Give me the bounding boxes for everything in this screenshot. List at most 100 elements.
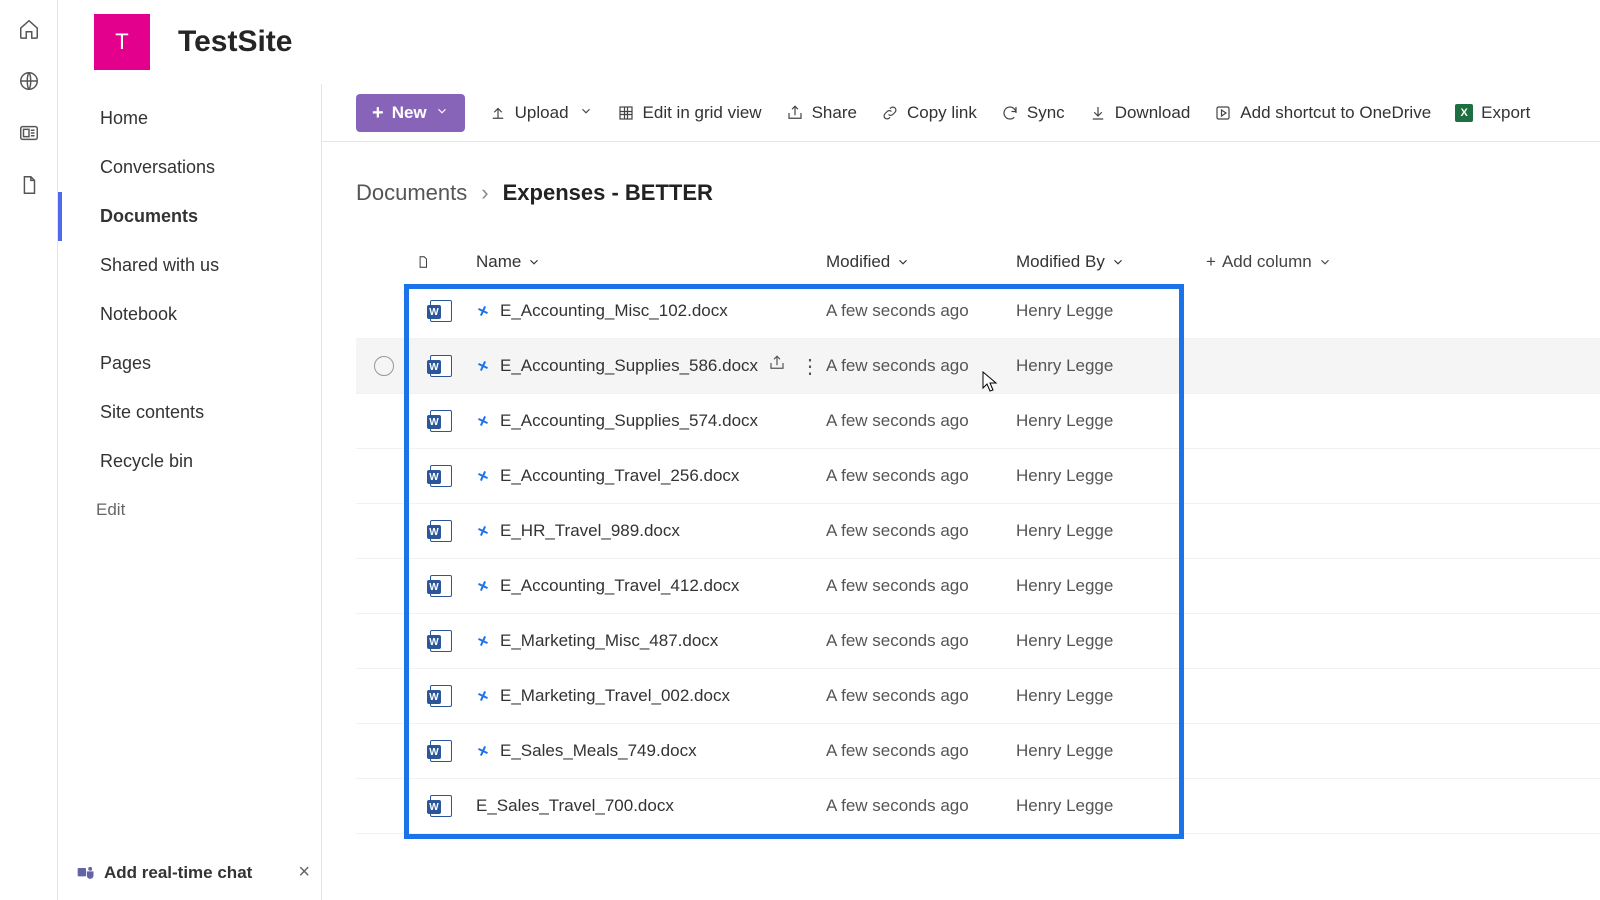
sync-label: Sync: [1027, 103, 1065, 123]
plus-icon: +: [1206, 252, 1216, 272]
table-row[interactable]: E_Accounting_Travel_256.docx A few second…: [356, 449, 1600, 504]
copy-link-button[interactable]: Copy link: [881, 103, 977, 123]
upload-button[interactable]: Upload: [489, 103, 593, 123]
modified-cell: A few seconds ago: [826, 301, 1016, 321]
modified-by-cell[interactable]: Henry Legge: [1016, 521, 1206, 541]
sync-button[interactable]: Sync: [1001, 103, 1065, 123]
modified-by-cell[interactable]: Henry Legge: [1016, 411, 1206, 431]
word-icon: [430, 575, 452, 597]
table-row[interactable]: E_Sales_Meals_749.docxA few seconds agoH…: [356, 724, 1600, 779]
chevron-down-icon: [435, 103, 449, 123]
modified-by-cell[interactable]: Henry Legge: [1016, 796, 1206, 816]
sidebar-item-notebook[interactable]: Notebook: [58, 290, 321, 339]
new-item-indicator-icon: [476, 469, 490, 483]
column-header-modifiedby[interactable]: Modified By: [1016, 252, 1206, 272]
sidebar-item-site-contents[interactable]: Site contents: [58, 388, 321, 437]
word-icon: [430, 300, 452, 322]
chat-promo[interactable]: Add real-time chat ×: [70, 853, 316, 892]
table-row[interactable]: E_Sales_Travel_700.docxA few seconds ago…: [356, 779, 1600, 834]
mouse-cursor-icon: [982, 371, 998, 393]
chat-promo-label: Add real-time chat: [104, 863, 252, 883]
word-icon: [430, 630, 452, 652]
modified-cell: A few seconds ago: [826, 576, 1016, 596]
column-header-icon[interactable]: [416, 255, 476, 269]
command-bar: + New Upload Edit in grid view Share Cop…: [322, 84, 1600, 142]
share-label: Share: [812, 103, 857, 123]
modified-cell: A few seconds ago: [826, 521, 1016, 541]
modified-cell: A few seconds ago: [826, 466, 1016, 486]
new-button[interactable]: + New: [356, 94, 465, 132]
globe-icon[interactable]: [18, 70, 40, 92]
home-icon[interactable]: [18, 18, 40, 40]
modified-by-cell[interactable]: Henry Legge: [1016, 576, 1206, 596]
file-name[interactable]: E_Accounting_Travel_256.docx: [500, 466, 739, 486]
close-icon[interactable]: ×: [298, 861, 310, 884]
table-row[interactable]: E_Accounting_Misc_102.docx A few seconds …: [356, 284, 1600, 339]
file-name[interactable]: E_Accounting_Supplies_574.docx: [500, 411, 758, 431]
row-select-checkbox[interactable]: [374, 356, 394, 376]
new-item-indicator-icon: [476, 524, 490, 538]
file-name[interactable]: E_Sales_Meals_749.docx: [500, 741, 697, 761]
table-row[interactable]: E_Marketing_Travel_002.docxA few seconds…: [356, 669, 1600, 724]
edit-grid-label: Edit in grid view: [643, 103, 762, 123]
teams-icon: [76, 863, 96, 883]
nav-edit-link[interactable]: Edit: [58, 486, 321, 534]
sidebar-item-pages[interactable]: Pages: [58, 339, 321, 388]
modified-by-cell[interactable]: Henry Legge: [1016, 356, 1206, 376]
new-item-indicator-icon: [476, 634, 490, 648]
download-button[interactable]: Download: [1089, 103, 1191, 123]
table-row[interactable]: E_Accounting_Travel_412.docx A few second…: [356, 559, 1600, 614]
column-header-modified[interactable]: Modified: [826, 252, 1016, 272]
column-header-name-label: Name: [476, 252, 521, 272]
download-label: Download: [1115, 103, 1191, 123]
word-icon: [430, 685, 452, 707]
more-actions-icon[interactable]: ⋮: [800, 354, 820, 379]
new-item-indicator-icon: [476, 359, 490, 373]
modified-by-cell[interactable]: Henry Legge: [1016, 686, 1206, 706]
new-item-indicator-icon: [476, 744, 490, 758]
sidebar-item-documents[interactable]: Documents: [58, 192, 321, 241]
table-row[interactable]: E_Marketing_Misc_487.docxA few seconds a…: [356, 614, 1600, 669]
file-name[interactable]: E_Accounting_Travel_412.docx: [500, 576, 739, 596]
word-icon: [430, 520, 452, 542]
file-name[interactable]: E_Marketing_Misc_487.docx: [500, 631, 718, 651]
column-header-name[interactable]: Name: [476, 252, 826, 272]
file-name[interactable]: E_Marketing_Travel_002.docx: [500, 686, 730, 706]
copy-link-label: Copy link: [907, 103, 977, 123]
table-row[interactable]: E_HR_Travel_989.docx A few seconds agoHen…: [356, 504, 1600, 559]
share-icon[interactable]: [768, 354, 786, 379]
share-button[interactable]: Share: [786, 103, 857, 123]
add-onedrive-button[interactable]: Add shortcut to OneDrive: [1214, 103, 1431, 123]
file-name[interactable]: E_Accounting_Supplies_586.docx: [500, 356, 758, 376]
modified-by-cell[interactable]: Henry Legge: [1016, 741, 1206, 761]
add-column-button[interactable]: + Add column: [1206, 252, 1406, 272]
chevron-down-icon: [579, 103, 593, 123]
excel-icon: X: [1455, 104, 1473, 122]
export-button[interactable]: X Export: [1455, 103, 1530, 123]
site-title[interactable]: TestSite: [178, 25, 292, 59]
breadcrumb: Documents › Expenses - BETTER: [356, 180, 713, 206]
word-icon: [430, 410, 452, 432]
edit-grid-button[interactable]: Edit in grid view: [617, 103, 762, 123]
export-label: Export: [1481, 103, 1530, 123]
table-row[interactable]: E_Accounting_Supplies_586.docx⋮A few sec…: [356, 339, 1600, 394]
sidebar-item-home[interactable]: Home: [58, 94, 321, 143]
news-icon[interactable]: [18, 122, 40, 144]
file-name[interactable]: E_HR_Travel_989.docx: [500, 521, 680, 541]
document-list: Name Modified Modified By + Add column E…: [356, 240, 1600, 900]
add-column-label: Add column: [1222, 252, 1312, 272]
table-row[interactable]: E_Accounting_Supplies_574.docxA few seco…: [356, 394, 1600, 449]
app-rail: [0, 0, 58, 900]
modified-by-cell[interactable]: Henry Legge: [1016, 631, 1206, 651]
modified-by-cell[interactable]: Henry Legge: [1016, 301, 1206, 321]
sidebar-item-shared-with-us[interactable]: Shared with us: [58, 241, 321, 290]
sidebar-item-recycle-bin[interactable]: Recycle bin: [58, 437, 321, 486]
modified-by-cell[interactable]: Henry Legge: [1016, 466, 1206, 486]
sidebar-item-conversations[interactable]: Conversations: [58, 143, 321, 192]
file-name[interactable]: E_Accounting_Misc_102.docx: [500, 301, 728, 321]
file-name[interactable]: E_Sales_Travel_700.docx: [476, 796, 674, 816]
site-avatar[interactable]: T: [94, 14, 150, 70]
column-header-modified-label: Modified: [826, 252, 890, 272]
file-icon[interactable]: [18, 174, 40, 196]
breadcrumb-root[interactable]: Documents: [356, 180, 467, 206]
